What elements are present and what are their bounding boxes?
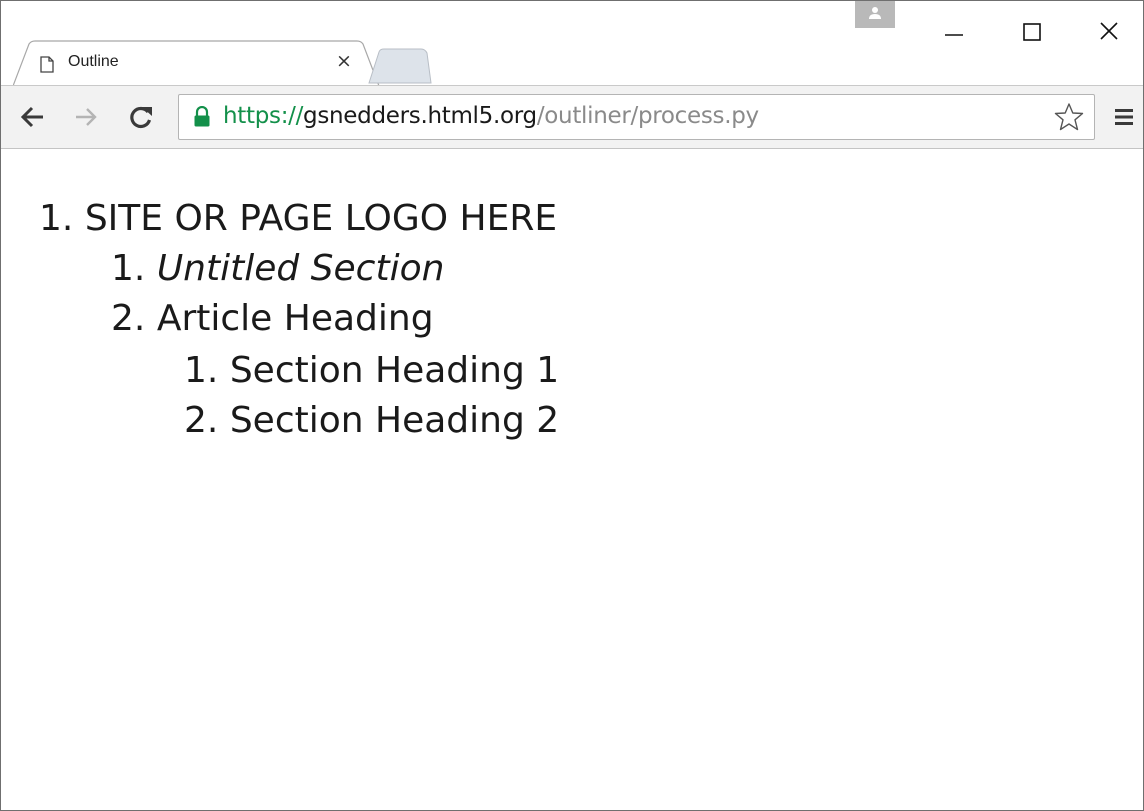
star-icon[interactable]: [1054, 102, 1084, 132]
person-icon: [869, 7, 881, 19]
browser-window: Outline × https://gsnedders.html5.org/ou…: [0, 0, 1144, 811]
outline-item-level1: 1. SITE OR PAGE LOGO HERE: [39, 197, 557, 241]
lock-icon: [194, 106, 210, 127]
profile-button[interactable]: [855, 1, 895, 28]
outline-number: 1.: [111, 248, 146, 289]
minimize-icon[interactable]: [931, 11, 977, 51]
tab-strip: Outline ×: [1, 1, 1143, 86]
new-tab-button[interactable]: [367, 48, 433, 84]
reload-icon[interactable]: [127, 103, 155, 131]
hamburger-menu-icon[interactable]: [1114, 107, 1134, 127]
outline-item-level2: 2. Article Heading: [111, 297, 434, 341]
outline-text: Article Heading: [156, 298, 434, 339]
tab-title: Outline: [68, 53, 119, 70]
url-text: https://gsnedders.html5.org/outliner/pro…: [223, 103, 759, 129]
url-scheme: https://: [223, 103, 304, 129]
tab-outline[interactable]: Outline ×: [13, 40, 380, 86]
page-content: 1. SITE OR PAGE LOGO HERE 1. Untitled Se…: [1, 149, 1143, 810]
outline-text: Untitled Section: [156, 248, 445, 289]
outline-number: 1.: [184, 350, 219, 391]
tab-close-button[interactable]: ×: [334, 51, 354, 71]
outline-item-level3: 1. Section Heading 1: [184, 349, 559, 393]
outline-text: Section Heading 2: [229, 400, 560, 441]
browser-toolbar: https://gsnedders.html5.org/outliner/pro…: [1, 85, 1143, 149]
arrow-right-icon[interactable]: [72, 103, 100, 131]
address-bar[interactable]: https://gsnedders.html5.org/outliner/pro…: [178, 94, 1095, 140]
url-host: gsnedders.html5.org: [303, 103, 537, 129]
outline-text: SITE OR PAGE LOGO HERE: [84, 198, 558, 239]
maximize-icon[interactable]: [1011, 11, 1057, 51]
close-icon[interactable]: [1087, 11, 1133, 51]
outline-number: 1.: [39, 198, 74, 239]
arrow-left-icon[interactable]: [19, 103, 47, 131]
outline-number: 2.: [184, 400, 219, 441]
outline-item-level2: 1. Untitled Section: [111, 247, 444, 291]
outline-number: 2.: [111, 298, 146, 339]
page-icon: [40, 56, 54, 73]
outline-item-level3: 2. Section Heading 2: [184, 399, 559, 443]
url-path: /outliner/process.py: [536, 103, 759, 129]
outline-text: Section Heading 1: [229, 350, 560, 391]
